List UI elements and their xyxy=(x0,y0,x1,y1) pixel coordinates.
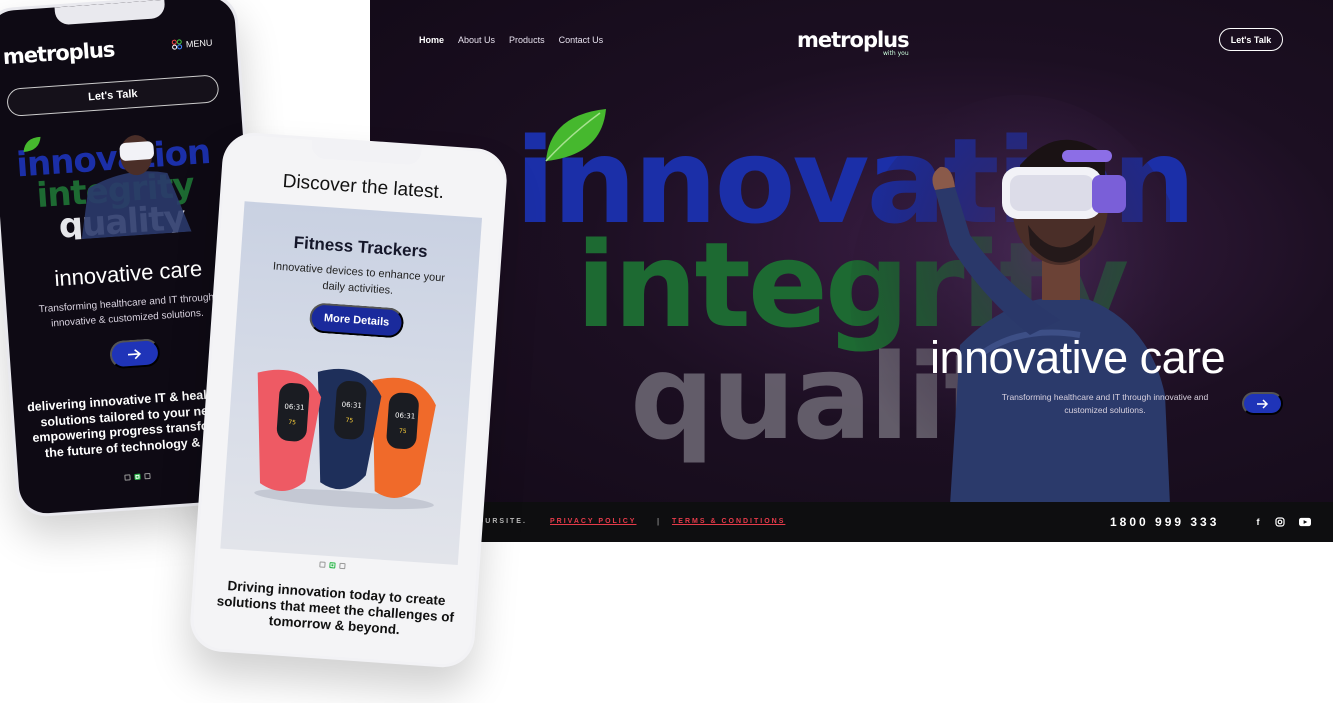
fitness-trackers-image: 06:31 75 06:31 75 06:31 75 xyxy=(254,369,436,510)
lets-talk-button[interactable]: Let's Talk xyxy=(1219,28,1283,51)
carousel-dot[interactable] xyxy=(339,562,346,570)
carousel-dot-active[interactable] xyxy=(134,473,141,481)
desktop-footer: T © YOURSITE. PRIVACY POLICY | TERMS & C… xyxy=(370,502,1333,542)
footer-phone[interactable]: 1800 999 333 xyxy=(1110,515,1219,529)
youtube-icon[interactable] xyxy=(1299,516,1311,528)
arrow-right-icon xyxy=(127,348,142,359)
phone-notch xyxy=(310,139,422,166)
nav-home[interactable]: Home xyxy=(419,35,444,45)
product-card: Fitness Trackers Innovative devices to e… xyxy=(220,201,483,566)
facebook-icon[interactable]: f xyxy=(1252,516,1264,528)
phone-notch xyxy=(54,0,166,26)
svg-text:06:31: 06:31 xyxy=(284,403,305,412)
mobile-light-body-text: Driving innovation today to create solut… xyxy=(216,578,455,638)
footer-separator: | xyxy=(657,517,660,526)
svg-text:75: 75 xyxy=(399,428,407,436)
svg-text:75: 75 xyxy=(288,419,296,427)
desktop-logo[interactable]: metroplus with you xyxy=(797,28,910,57)
instagram-icon[interactable] xyxy=(1274,516,1286,528)
hero-arrow-button[interactable] xyxy=(1242,392,1283,415)
carousel-dot[interactable] xyxy=(124,474,131,481)
carousel-dot[interactable] xyxy=(319,561,326,568)
hero-subtext: Transforming healthcare and IT through i… xyxy=(1001,392,1209,415)
desktop-nav: Home About Us Products Contact Us xyxy=(419,35,603,45)
leaf-icon xyxy=(545,109,606,162)
mobile-arrow-button[interactable] xyxy=(108,337,161,370)
svg-text:06:31: 06:31 xyxy=(341,401,362,410)
carousel-dots xyxy=(124,472,151,481)
menu-label: MENU xyxy=(185,37,213,49)
nav-about-us[interactable]: About Us xyxy=(458,35,495,45)
vr-person-image xyxy=(850,95,1170,505)
mobile-screen-light: Discover the latest. Fitness Trackers In… xyxy=(191,133,506,667)
mobile-lets-talk-button[interactable]: Let's Talk xyxy=(6,74,220,117)
arrow-right-icon xyxy=(1256,398,1268,409)
desktop-mockup: Home About Us Products Contact Us metrop… xyxy=(370,0,1333,542)
footer-privacy-policy[interactable]: PRIVACY POLICY xyxy=(550,518,636,525)
footer-terms-conditions[interactable]: TERMS & CONDITIONS xyxy=(672,518,785,525)
carousel-dot[interactable] xyxy=(144,472,151,480)
more-details-button[interactable]: More Details xyxy=(308,302,405,339)
nav-products[interactable]: Products xyxy=(509,35,545,45)
mobile-logo[interactable]: metroplus xyxy=(2,37,115,69)
logo-tagline: with you xyxy=(882,50,909,57)
logo-text: metroplus xyxy=(797,28,910,52)
nav-contact-us[interactable]: Contact Us xyxy=(559,35,604,45)
svg-text:75: 75 xyxy=(345,417,353,425)
mobile-hero-image: innovation integrity quality xyxy=(15,132,211,243)
carousel-dot-active[interactable] xyxy=(329,562,336,569)
product-card-subtext: Innovative devices to enhance your daily… xyxy=(272,260,446,297)
mobile-mockup-light: Discover the latest. Fitness Trackers In… xyxy=(188,130,509,670)
carousel-dots xyxy=(319,561,346,570)
menu-grid-icon xyxy=(171,39,182,50)
mobile-subtext: Transforming healthcare and IT through i… xyxy=(38,292,215,330)
svg-text:06:31: 06:31 xyxy=(395,411,416,420)
menu-button[interactable]: MENU xyxy=(171,37,213,51)
hero-headline: innovative care xyxy=(930,332,1226,383)
